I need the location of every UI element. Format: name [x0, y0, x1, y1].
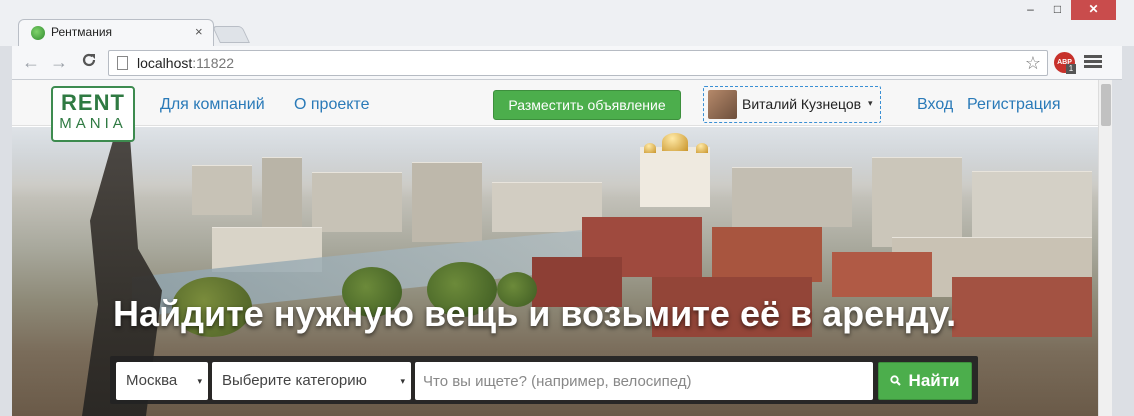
- scroll-thumb[interactable]: [1101, 84, 1111, 126]
- tab-strip: Рентмания × – □ ✕: [0, 0, 1134, 46]
- page-viewport: Для компаний О проекте Разместить объявл…: [12, 80, 1098, 416]
- address-bar[interactable]: localhost:11822 ☆: [108, 50, 1048, 76]
- site-header: Для компаний О проекте Разместить объявл…: [12, 80, 1098, 126]
- browser-window: Рентмания × – □ ✕ ← → localhost:11822 ☆ …: [0, 0, 1134, 416]
- search-button[interactable]: Найти: [878, 362, 972, 400]
- hero-banner: Найдите нужную вещь и возьмите её в арен…: [12, 127, 1098, 416]
- for-companies-link[interactable]: Для компаний: [160, 96, 265, 114]
- chevron-down-icon: ▾: [400, 376, 405, 386]
- avatar: [708, 90, 737, 119]
- chevron-down-icon: ▾: [868, 98, 873, 108]
- forward-arrow-icon[interactable]: →: [48, 52, 70, 74]
- register-link[interactable]: Регистрация: [967, 96, 1061, 114]
- user-menu[interactable]: Виталий Кузнецов ▾: [703, 86, 881, 123]
- back-arrow-icon[interactable]: ←: [20, 52, 42, 74]
- bookmark-star-icon[interactable]: ☆: [1025, 53, 1041, 74]
- cathedral: [640, 147, 710, 207]
- menu-icon[interactable]: [1084, 53, 1102, 73]
- search-bar: Москва ▾ Выберите категорию ▾ Найти: [110, 356, 978, 404]
- tab-title: Рентмания: [51, 25, 113, 39]
- tab-close-icon[interactable]: ×: [195, 24, 203, 39]
- minimize-button[interactable]: –: [1017, 0, 1044, 20]
- window-controls: – □ ✕: [1017, 0, 1116, 20]
- logo-top-text: RENT: [61, 90, 125, 115]
- adblock-count-badge: 1: [1066, 64, 1076, 74]
- reload-icon[interactable]: [78, 52, 100, 74]
- tab-rentmania[interactable]: Рентмания ×: [18, 19, 214, 46]
- post-ad-button[interactable]: Разместить объявление: [493, 90, 681, 120]
- page-icon: [117, 56, 128, 70]
- user-name: Виталий Кузнецов: [742, 96, 862, 112]
- search-icon: [890, 375, 904, 389]
- city-select-value: Москва: [126, 372, 178, 389]
- logo-bottom-text: MANIA: [59, 115, 127, 132]
- category-select-value: Выберите категорию: [222, 372, 367, 389]
- scrollbar[interactable]: [1098, 80, 1112, 416]
- maximize-button[interactable]: □: [1044, 0, 1071, 20]
- search-button-label: Найти: [908, 371, 960, 390]
- chevron-down-icon: ▾: [197, 376, 202, 386]
- close-window-button[interactable]: ✕: [1071, 0, 1116, 20]
- city-select[interactable]: Москва ▾: [116, 362, 208, 400]
- logo[interactable]: RENT MANIA: [51, 86, 135, 142]
- search-input[interactable]: [415, 362, 873, 400]
- new-tab-button[interactable]: [212, 26, 250, 43]
- hero-title: Найдите нужную вещь и возьмите её в арен…: [113, 293, 957, 334]
- about-link[interactable]: О проекте: [294, 96, 369, 114]
- url-text: localhost:11822: [137, 55, 235, 71]
- globe-icon: [31, 26, 45, 40]
- login-link[interactable]: Вход: [917, 96, 953, 114]
- category-select[interactable]: Выберите категорию ▾: [212, 362, 411, 400]
- browser-toolbar: ← → localhost:11822 ☆ ABP 1: [12, 46, 1122, 80]
